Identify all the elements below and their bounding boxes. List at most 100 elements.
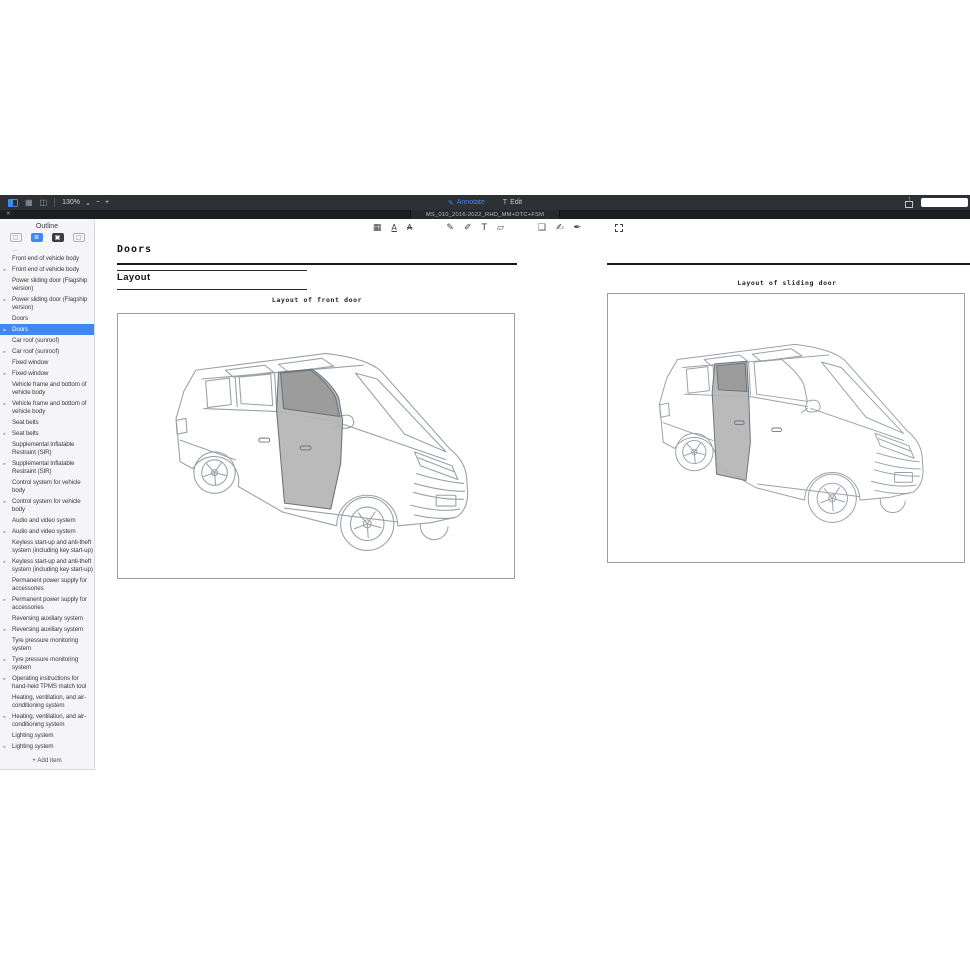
outline-item-label: Heating, ventilation, and air-conditioni…: [12, 713, 86, 728]
outline-item[interactable]: ▸ Vehicle frame and bottom of vehicle bod…: [0, 398, 94, 417]
outline-list: … Front end of vehicle body ▸ Front end of …: [0, 246, 94, 753]
outline-item[interactable]: Front end of vehicle body: [0, 253, 94, 264]
outline-item-label: Lighting system: [12, 732, 54, 739]
outline-item[interactable]: ▸ Operating instructions for hand-held TP…: [0, 673, 94, 692]
figure2-caption: Layout of sliding door: [607, 279, 967, 287]
outline-item-label: Car roof (sunroof): [12, 337, 59, 344]
figure1-caption: Layout of front door: [117, 296, 517, 304]
outline-item-label: Operating instructions for hand-held TPM…: [12, 675, 86, 690]
thumbnails-view-icon[interactable]: ▦: [25, 199, 33, 207]
outline-item[interactable]: ▸ Heating, ventilation, and air-condition…: [0, 711, 94, 730]
outline-sidebar: Outline ▢≣▣▢ …Front end of vehicle body▸…: [0, 219, 95, 770]
outline-item[interactable]: Car roof (sunroof): [0, 335, 94, 346]
screenshot-canvas: ▦ ◫ 130% ⌄ − + ✎ Annotate T Edit: [0, 0, 970, 970]
outline-item-label: Lighting system: [12, 743, 54, 750]
outline-item[interactable]: Control system for vehicle body: [0, 477, 94, 496]
outline-item-label: Power sliding door (Flagship version): [12, 277, 87, 292]
outline-item-label: Power sliding door (Flagship version): [12, 296, 87, 311]
document-area: Doors Layout Layout of front door: [96, 195, 970, 970]
outline-item[interactable]: ▸Doors: [0, 324, 94, 335]
outline-item[interactable]: Lighting system: [0, 730, 94, 741]
figure2-sliding-door-diagram: [607, 293, 965, 563]
sidebar-tab-annotations[interactable]: ▣: [52, 233, 64, 242]
outline-item[interactable]: ▸ Seat belts: [0, 428, 94, 439]
sidebar-toggle-icon[interactable]: [8, 199, 18, 207]
outline-item-label: …: [12, 246, 18, 253]
page1-subheading-rule-bottom: [117, 289, 307, 290]
outline-item[interactable]: ▸ Car roof (sunroof): [0, 346, 94, 357]
outline-item[interactable]: Permanent power supply for accessories: [0, 575, 94, 594]
outline-item[interactable]: ▸Reversing auxiliary system: [0, 624, 94, 635]
outline-item[interactable]: Doors: [0, 313, 94, 324]
disclosure-arrow-icon[interactable]: ▸: [4, 460, 6, 468]
sidebar-tab-bookmarks[interactable]: ▢: [10, 233, 22, 242]
toolbar-divider: [54, 198, 55, 207]
close-tab-icon[interactable]: ✕: [6, 212, 11, 218]
outline-item-label: Supplemental Inflatable Restraint (SIR): [12, 441, 74, 456]
outline-item[interactable]: Supplemental Inflatable Restraint (SIR): [0, 439, 94, 458]
outline-item[interactable]: Audio and video system: [0, 515, 94, 526]
outline-item-label: Tyre pressure monitoring system: [12, 656, 78, 671]
outline-item-label: Fixed window: [12, 359, 48, 366]
outline-item[interactable]: Power sliding door (Flagship version): [0, 275, 94, 294]
outline-item-label: Front end of vehicle body: [12, 255, 79, 262]
figure1-front-door-diagram: [117, 313, 515, 579]
outline-item[interactable]: ▸ Control system for vehicle body: [0, 496, 94, 515]
page2-heading-rule: [607, 263, 970, 265]
outline-item[interactable]: ▸ Fixed window: [0, 368, 94, 379]
outline-item-label: Tyre pressure monitoring system: [12, 637, 78, 652]
two-page-view-icon[interactable]: ◫: [40, 199, 48, 207]
outline-item[interactable]: Fixed window: [0, 357, 94, 368]
disclosure-arrow-icon[interactable]: ▸: [4, 400, 6, 408]
disclosure-arrow-icon[interactable]: ▸: [4, 370, 6, 378]
outline-item[interactable]: ▸ Tyre pressure monitoring system: [0, 654, 94, 673]
outline-item[interactable]: ▸ Keyless start-up and anti-theft system …: [0, 556, 94, 575]
outline-item[interactable]: Seat belts: [0, 417, 94, 428]
outline-item[interactable]: …: [0, 246, 94, 253]
outline-item-label: Permanent power supply for accessories: [12, 577, 87, 592]
outline-item-label: Keyless start-up and anti-theft system (…: [12, 558, 93, 573]
outline-item[interactable]: Heating, ventilation, and air-conditioni…: [0, 692, 94, 711]
page1-subheading: Layout: [117, 272, 151, 283]
zoom-level-value[interactable]: 130%: [62, 199, 80, 206]
outline-item-label: Car roof (sunroof): [12, 348, 59, 355]
disclosure-arrow-icon[interactable]: ▸: [4, 743, 6, 751]
add-item-button[interactable]: + Add item: [0, 753, 94, 769]
outline-item-label: Seat belts: [12, 419, 39, 426]
outline-item-label: Doors: [12, 315, 28, 322]
disclosure-arrow-icon[interactable]: ▸: [4, 348, 6, 356]
disclosure-arrow-icon[interactable]: ▸: [4, 656, 6, 664]
outline-item-label: Control system for vehicle body: [12, 498, 81, 513]
sidebar-tab-outline[interactable]: ≣: [31, 233, 43, 242]
outline-item[interactable]: Reversing auxiliary system: [0, 613, 94, 624]
view-controls: ▦ ◫ 130% ⌄ − +: [0, 198, 109, 207]
disclosure-arrow-icon[interactable]: ▸: [4, 713, 6, 721]
outline-item[interactable]: Keyless start-up and anti-theft system (…: [0, 537, 94, 556]
outline-item[interactable]: ▸Supplemental Inflatable Restraint (SIR): [0, 458, 94, 477]
disclosure-arrow-icon[interactable]: ▸: [4, 675, 6, 683]
disclosure-arrow-icon[interactable]: ▸: [4, 558, 6, 566]
outline-item[interactable]: Tyre pressure monitoring system: [0, 635, 94, 654]
disclosure-arrow-icon[interactable]: ▸: [4, 528, 6, 536]
outline-item-label: Control system for vehicle body: [12, 479, 81, 494]
outline-item[interactable]: ▸Audio and video system: [0, 526, 94, 537]
disclosure-arrow-icon[interactable]: ▸: [4, 596, 6, 604]
outline-item-label: Front end of vehicle body: [12, 266, 79, 273]
page1-heading-rule: [117, 263, 517, 265]
disclosure-arrow-icon[interactable]: ▸: [4, 626, 6, 634]
disclosure-arrow-icon[interactable]: ▸: [4, 498, 6, 506]
outline-item-label: Seat belts: [12, 430, 39, 437]
outline-item-label: Fixed window: [12, 370, 48, 377]
outline-item[interactable]: ▸ Front end of vehicle body: [0, 264, 94, 275]
chevron-down-icon[interactable]: ⌄: [85, 199, 91, 207]
outline-item[interactable]: ▸Permanent power supply for accessories: [0, 594, 94, 613]
outline-item[interactable]: Vehicle frame and bottom of vehicle body: [0, 379, 94, 398]
outline-item[interactable]: ▸ Lighting system: [0, 741, 94, 752]
sidebar-tab-pages[interactable]: ▢: [73, 233, 85, 242]
disclosure-arrow-icon[interactable]: ▸: [4, 430, 6, 438]
outline-item[interactable]: ▸ Power sliding door (Flagship version): [0, 294, 94, 313]
disclosure-arrow-icon[interactable]: ▸: [4, 266, 6, 274]
disclosure-arrow-icon[interactable]: ▸: [4, 296, 6, 304]
outline-item-label: Vehicle frame and bottom of vehicle body: [12, 400, 86, 415]
disclosure-arrow-icon[interactable]: ▸: [4, 326, 6, 334]
